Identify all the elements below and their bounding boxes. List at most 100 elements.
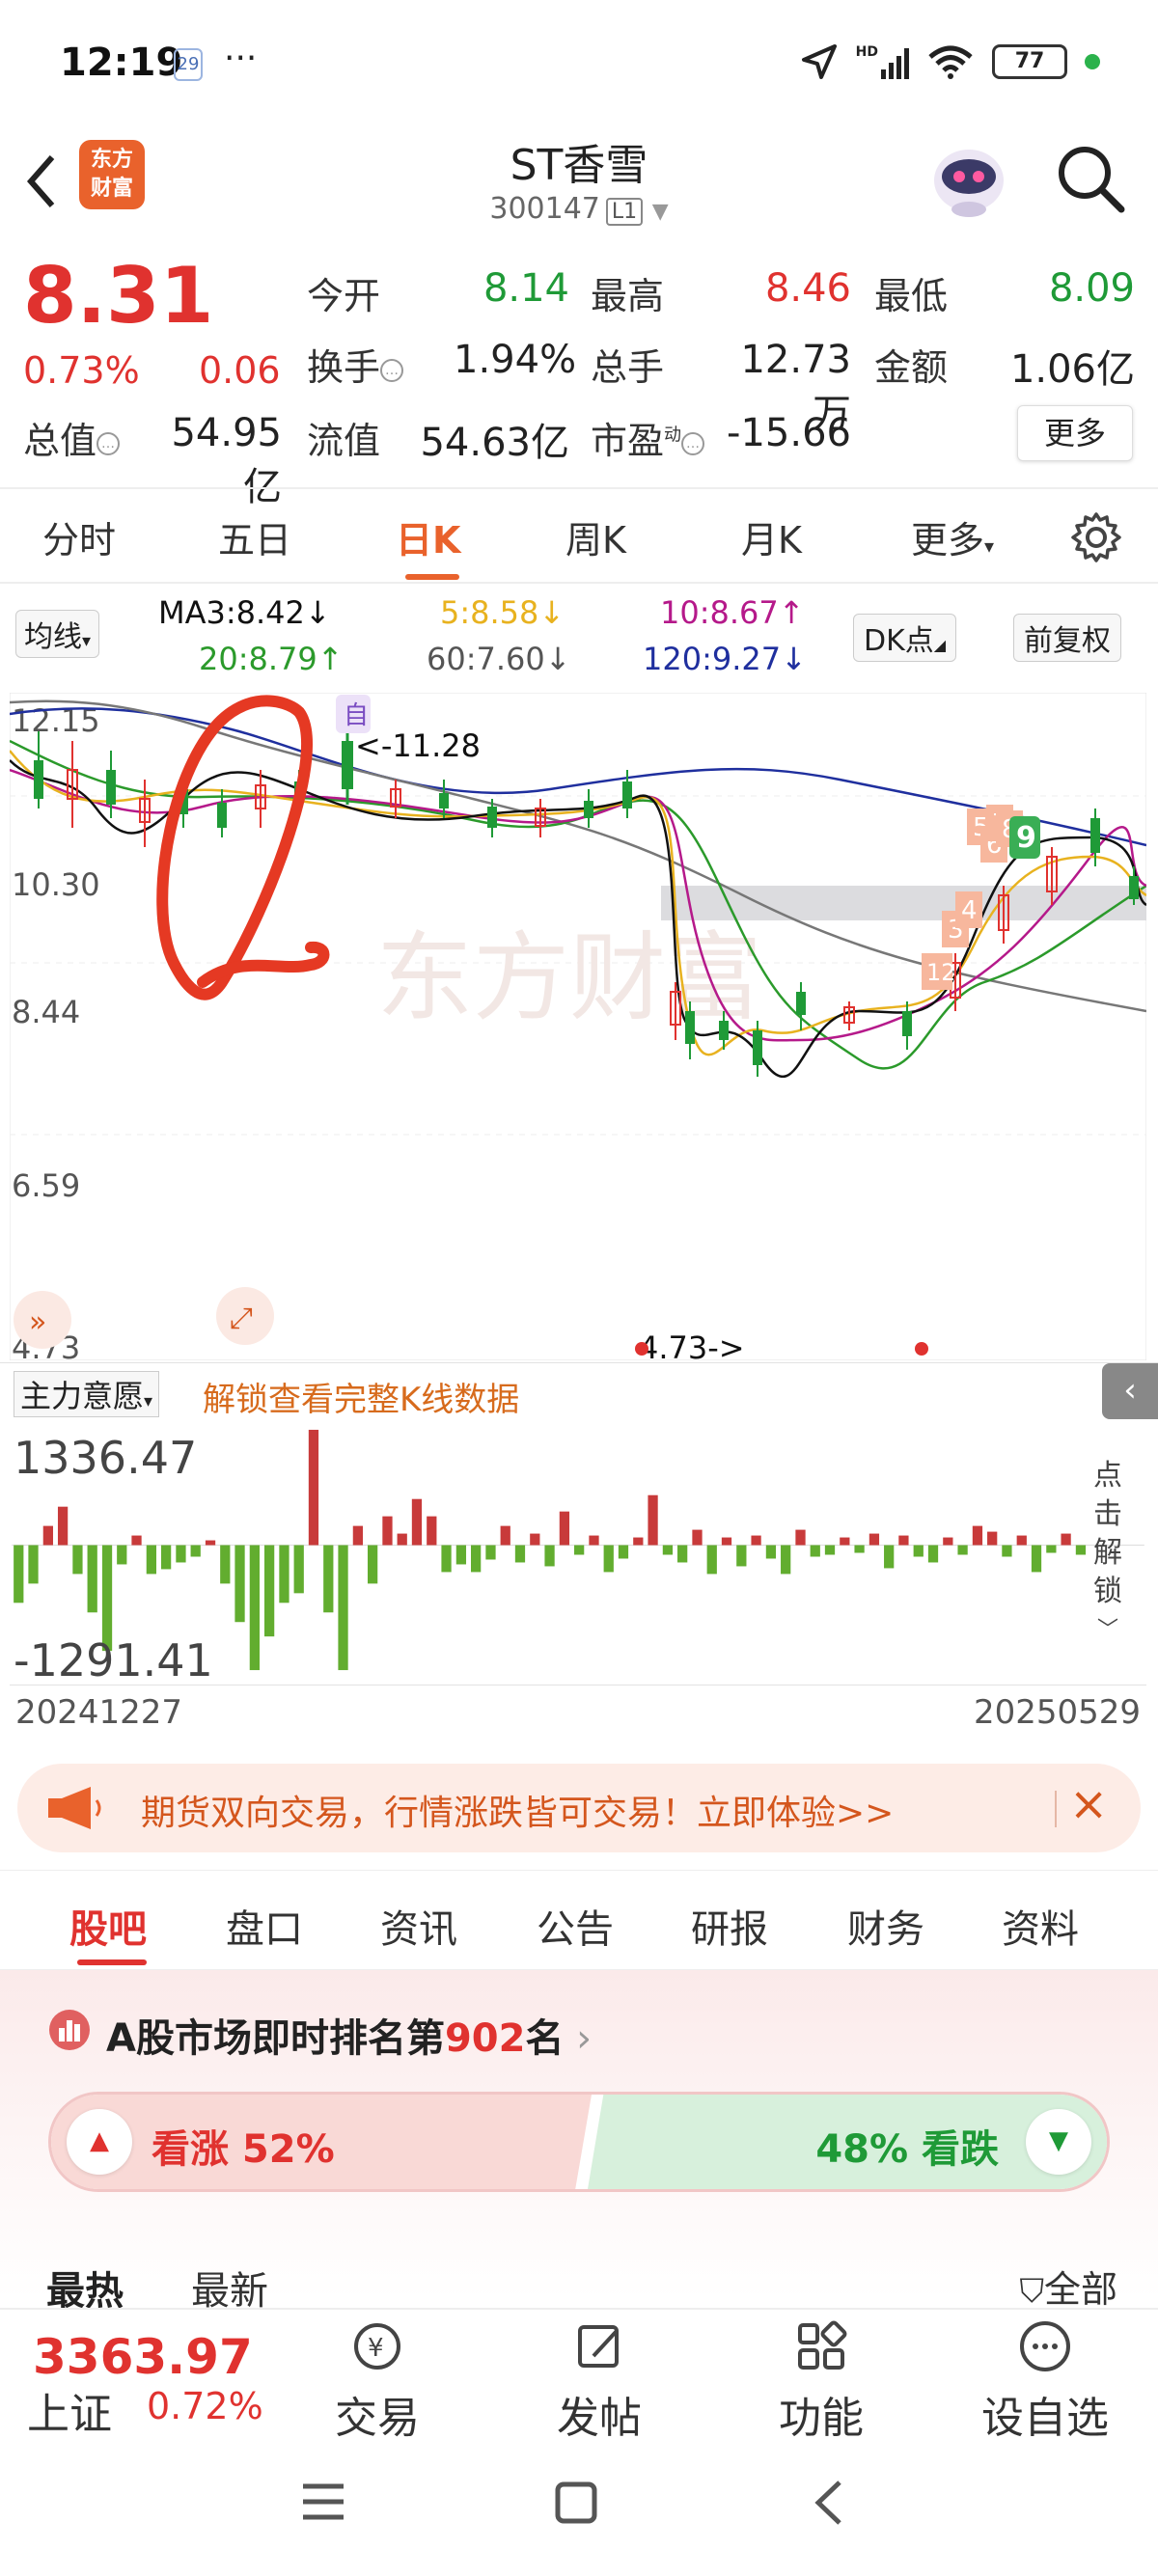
float-value: 54.63亿 <box>420 421 569 465</box>
indicator-select[interactable]: 主力意愿▾ <box>14 1371 160 1417</box>
info-icon[interactable]: … <box>380 358 404 382</box>
fullscreen-button: ⤢ <box>216 1287 274 1345</box>
flow-bar <box>987 1531 998 1546</box>
flow-bar <box>662 1545 674 1555</box>
tab-daily-k[interactable]: 日K <box>396 510 460 563</box>
nav-functions[interactable]: 功能 <box>749 2317 894 2445</box>
flow-bar <box>471 1545 482 1573</box>
tab-news[interactable]: 资讯 <box>380 1898 457 1954</box>
filter-icon: ⛉ <box>1019 2272 1044 2311</box>
unlock-link[interactable]: 解锁查看完整K线数据 <box>203 1373 519 1420</box>
y-label: 10.30 <box>12 866 100 903</box>
flow-bar <box>840 1537 850 1546</box>
status-time: 12:19 <box>60 41 183 85</box>
yuan-icon: ¥ <box>354 2323 400 2370</box>
tab-research[interactable]: 研报 <box>691 1898 768 1954</box>
flow-bar <box>72 1545 83 1575</box>
pe-dynamic-mark: 动 <box>664 425 682 446</box>
dropdown-icon: ▼ <box>651 200 669 224</box>
ma3-value: MA3:8.42↓ <box>158 594 331 631</box>
flow-bar <box>677 1545 688 1563</box>
menu-icon[interactable] <box>299 2480 347 2523</box>
vote-bar: ▲ 看涨 52% 48% 看跌 ▼ <box>48 2092 1110 2192</box>
rank-icon <box>49 2010 90 2050</box>
flow-bar <box>898 1535 909 1546</box>
futures-promo-banner[interactable]: 期货双向交易，行情涨跌皆可交易！立即体验>> × <box>17 1764 1141 1852</box>
flow-bar <box>618 1545 629 1559</box>
flow-bar <box>1075 1545 1087 1555</box>
tab-intraday[interactable]: 分时 <box>42 510 116 563</box>
flow-bar <box>263 1545 275 1637</box>
side-unlock-button[interactable]: 点击解锁 ﹀ <box>1089 1457 1127 1650</box>
info-icon[interactable]: … <box>681 431 705 455</box>
flow-bar <box>14 1545 24 1603</box>
flow-bar <box>190 1545 201 1557</box>
flow-bar <box>706 1545 717 1575</box>
calendar-icon: 29 <box>174 48 203 81</box>
tab-finance[interactable]: 财务 <box>847 1898 924 1954</box>
dk-point-toggle[interactable]: DK点◢ <box>853 614 957 662</box>
flow-bar <box>411 1498 423 1546</box>
flow-bar <box>57 1506 69 1546</box>
k-line-chart[interactable]: 东方财富 12.15 10.30 8.44 6.59 4.73 <box>10 693 1146 1360</box>
ma-select[interactable]: 均线▾ <box>15 610 100 658</box>
adjust-toggle[interactable]: 前复权 <box>1013 614 1121 662</box>
network-label: HD <box>855 44 878 60</box>
flow-bar <box>943 1537 953 1546</box>
flow-bar <box>455 1545 467 1565</box>
gear-icon[interactable] <box>1069 510 1123 564</box>
tab-forum[interactable]: 股吧 <box>69 1898 147 1954</box>
flow-bar <box>117 1545 127 1565</box>
open-value: 8.14 <box>482 266 569 311</box>
tab-announcements[interactable]: 公告 <box>537 1898 614 1954</box>
flow-bar <box>603 1545 614 1573</box>
nav-post[interactable]: 发帖 <box>527 2317 672 2445</box>
vote-up-button[interactable]: ▲ <box>67 2109 132 2175</box>
flow-bar <box>352 1525 364 1546</box>
flow-bar <box>559 1511 570 1546</box>
filter-button[interactable]: ⛉全部 <box>1019 2260 1117 2313</box>
flow-bar <box>530 1533 540 1546</box>
assistant-robot-icon[interactable] <box>926 136 1011 221</box>
rank-link[interactable]: A股市场即时排名第902名 › <box>106 2007 592 2063</box>
date-start: 20241227 <box>15 1693 183 1732</box>
level-badge: L1 <box>605 198 644 226</box>
pe-label: 市盈动… <box>591 411 705 464</box>
flow-bar <box>589 1535 599 1546</box>
tab-profile[interactable]: 资料 <box>1002 1898 1079 1954</box>
search-icon[interactable] <box>1052 140 1129 217</box>
high-value: 8.46 <box>764 266 851 311</box>
flow-bar <box>736 1545 747 1567</box>
back-nav-icon[interactable] <box>811 2479 845 2527</box>
megaphone-icon <box>48 1787 101 1829</box>
tab-orderbook[interactable]: 盘口 <box>226 1898 303 1954</box>
flow-bar <box>781 1545 791 1575</box>
tab-five-day[interactable]: 五日 <box>218 510 291 563</box>
period-tabs: 分时 五日 日K 周K 月K 更多▾ <box>0 487 1158 584</box>
change-amount: 0.06 <box>199 349 281 392</box>
high-label: 最高 <box>591 275 665 317</box>
home-icon[interactable] <box>554 2480 598 2525</box>
amount-label: 金额 <box>874 346 949 389</box>
nav-add-watchlist[interactable]: 设自选 <box>973 2317 1117 2445</box>
edit-icon <box>578 2325 619 2368</box>
index-name: 上证 <box>27 2390 112 2439</box>
privacy-indicator-icon <box>1085 54 1100 69</box>
collapse-panel-button[interactable]: ‹ <box>1102 1363 1158 1419</box>
flow-bar <box>441 1545 452 1573</box>
flow-bar <box>633 1537 644 1546</box>
tab-more[interactable]: 更多▾ <box>911 510 994 563</box>
status-icons: HD 77 <box>800 42 1100 81</box>
info-icon[interactable]: … <box>96 431 121 455</box>
tab-weekly-k[interactable]: 周K <box>565 510 626 563</box>
low-annotation: 4.73-> <box>639 1329 745 1360</box>
index-value[interactable]: 3363.97 <box>33 2329 253 2385</box>
wifi-icon <box>928 45 973 79</box>
more-quote-button[interactable]: 更多 <box>1017 405 1133 461</box>
nav-trade[interactable]: ¥ 交易 <box>305 2317 450 2445</box>
back-icon[interactable] <box>17 148 66 215</box>
vote-down-button[interactable]: ▼ <box>1026 2109 1091 2175</box>
tab-monthly-k[interactable]: 月K <box>741 510 802 563</box>
close-icon[interactable]: × <box>1069 1777 1108 1831</box>
ma20-value: 20:8.79↑ <box>199 641 344 677</box>
